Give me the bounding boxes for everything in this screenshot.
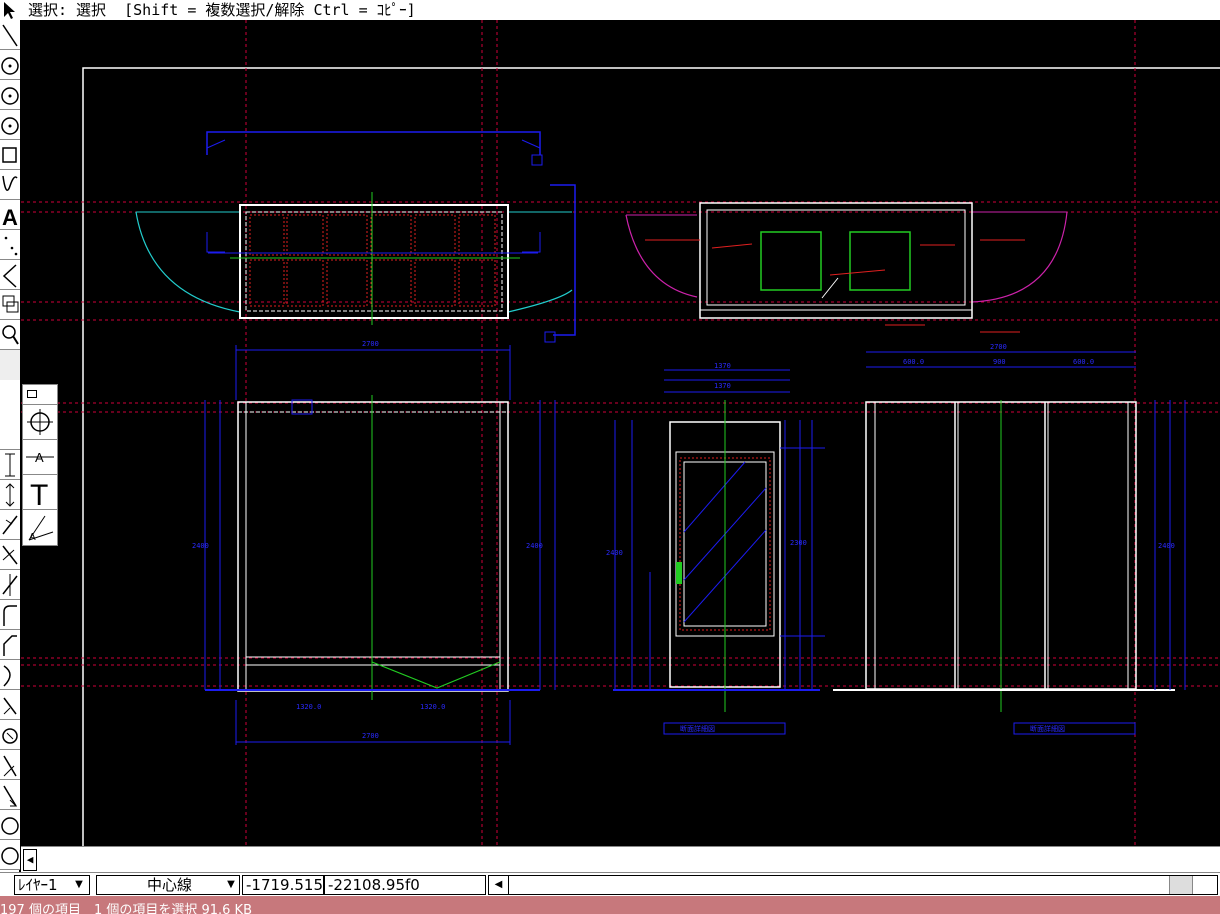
coord-y-tail: f0 <box>405 876 420 894</box>
circle-icon[interactable] <box>0 80 20 110</box>
dim-side-h2: 2400 <box>606 549 623 557</box>
copy-icon[interactable] <box>0 290 20 320</box>
crosshair-snap-icon[interactable] <box>23 405 57 440</box>
tool-palette: A T A <box>22 384 58 546</box>
arc-icon[interactable] <box>0 50 20 80</box>
palette-titlebar[interactable] <box>23 385 57 405</box>
dimension-text-icon[interactable]: A <box>23 440 57 475</box>
dim-left-plan-width: 2700 <box>362 340 379 348</box>
rotate-icon[interactable] <box>0 690 20 720</box>
line-icon[interactable] <box>0 20 20 50</box>
explorer-status-bar: 197 個の項目 1 個の項目を選択 91.6 KB <box>0 896 1220 914</box>
chamfer-icon[interactable] <box>0 630 20 660</box>
dim-right-height: 2400 <box>1158 542 1175 550</box>
mirror-icon[interactable] <box>0 720 20 750</box>
dim-front-bottom-b: 1320.0 <box>420 703 445 711</box>
dim-right-b: 900 <box>993 358 1006 366</box>
hatch-icon[interactable] <box>0 810 20 840</box>
left-plan-view <box>135 131 576 343</box>
svg-text:A: A <box>2 205 18 230</box>
drawing-toolbar: A <box>0 20 20 875</box>
coord-x-field[interactable]: -1719.515 <box>242 875 324 895</box>
drawing-canvas[interactable]: 2700 2700 1320.0 1320.0 2400 2400 1370 1… <box>21 20 1220 846</box>
select-arrow-icon[interactable] <box>0 0 20 20</box>
dimension-icon[interactable] <box>0 450 20 480</box>
dim-right-c: 600.0 <box>1073 358 1094 366</box>
extend-icon[interactable] <box>0 570 20 600</box>
dim-front-bottom-a: 1320.0 <box>296 703 321 711</box>
explorer-status-text: 197 個の項目 1 個の項目を選択 91.6 KB <box>0 903 253 914</box>
linetype-dropdown-icon[interactable]: ▼ <box>222 875 240 895</box>
ellipse-icon[interactable] <box>0 110 20 140</box>
dim-right-top: 2700 <box>990 343 1007 351</box>
svg-text:T: T <box>30 479 48 510</box>
right-elevation <box>833 351 1186 735</box>
palette-close-icon[interactable] <box>27 390 37 398</box>
stretch-icon[interactable] <box>0 780 20 810</box>
title-middle: 断面詳細図 <box>680 724 715 733</box>
fillet-icon[interactable] <box>0 600 20 630</box>
canvas-horizontal-scrollbar[interactable]: ◀ <box>21 846 1220 872</box>
angle-icon[interactable] <box>0 260 20 290</box>
scale-icon[interactable] <box>0 750 20 780</box>
angular-dimension-icon[interactable]: A <box>23 510 57 545</box>
spline-icon[interactable] <box>0 170 20 200</box>
svg-text:A: A <box>35 450 44 465</box>
move-icon[interactable] <box>0 480 20 510</box>
status-bar: ﾚｲﾔｰ1 ▼ 中心線 ▼ -1719.515 -22108.95f0 ◀ <box>0 872 1220 896</box>
offset-icon[interactable] <box>0 510 20 540</box>
svg-text:A: A <box>29 532 36 543</box>
dim-front-height: 2400 <box>192 542 209 550</box>
coord-y-field[interactable]: -22108.95f0 <box>324 875 486 895</box>
coord-y-value: -22108.95 <box>328 876 405 894</box>
trim-icon[interactable] <box>0 540 20 570</box>
layer-dropdown-icon[interactable]: ▼ <box>70 875 88 895</box>
title-right: 断面詳細図 <box>1030 724 1065 733</box>
zoom-icon[interactable] <box>0 320 20 350</box>
dim-side-sub-a: 1370 <box>714 382 731 390</box>
dim-front-bottom-total: 2700 <box>362 732 379 740</box>
status-scrollbar[interactable]: ◀ <box>488 875 1218 895</box>
command-prompt-text: 選択: 選択 [Shift = 複数選択/解除 Ctrl = ｺﾋﾟｰ] <box>28 1 416 19</box>
dim-front-height-right: 2400 <box>526 542 543 550</box>
guide-lines <box>21 20 1220 846</box>
command-prompt-bar: 選択: 選択 [Shift = 複数選択/解除 Ctrl = ｺﾋﾟｰ] <box>0 0 1220 20</box>
dim-side-width: 1370 <box>714 362 731 370</box>
rectangle-icon[interactable] <box>0 140 20 170</box>
status-scroll-thumb[interactable] <box>1169 876 1193 894</box>
scroll-left-arrow-icon[interactable]: ◀ <box>23 849 37 871</box>
dim-right-a: 600.0 <box>903 358 924 366</box>
left-front-elevation <box>204 345 556 745</box>
point-icon[interactable] <box>0 230 20 260</box>
middle-side-elevation <box>613 369 825 735</box>
measure-icon[interactable] <box>0 660 20 690</box>
dim-side-height: 2300 <box>790 539 807 547</box>
tool-group-divider <box>0 350 20 450</box>
erase-icon[interactable] <box>0 840 20 870</box>
text-tool-icon[interactable]: T <box>23 475 57 510</box>
status-scroll-left-icon[interactable]: ◀ <box>489 876 509 894</box>
right-plan-view <box>625 202 1068 333</box>
linetype-select[interactable]: 中心線 <box>96 875 240 895</box>
text-icon[interactable]: A <box>0 200 20 230</box>
